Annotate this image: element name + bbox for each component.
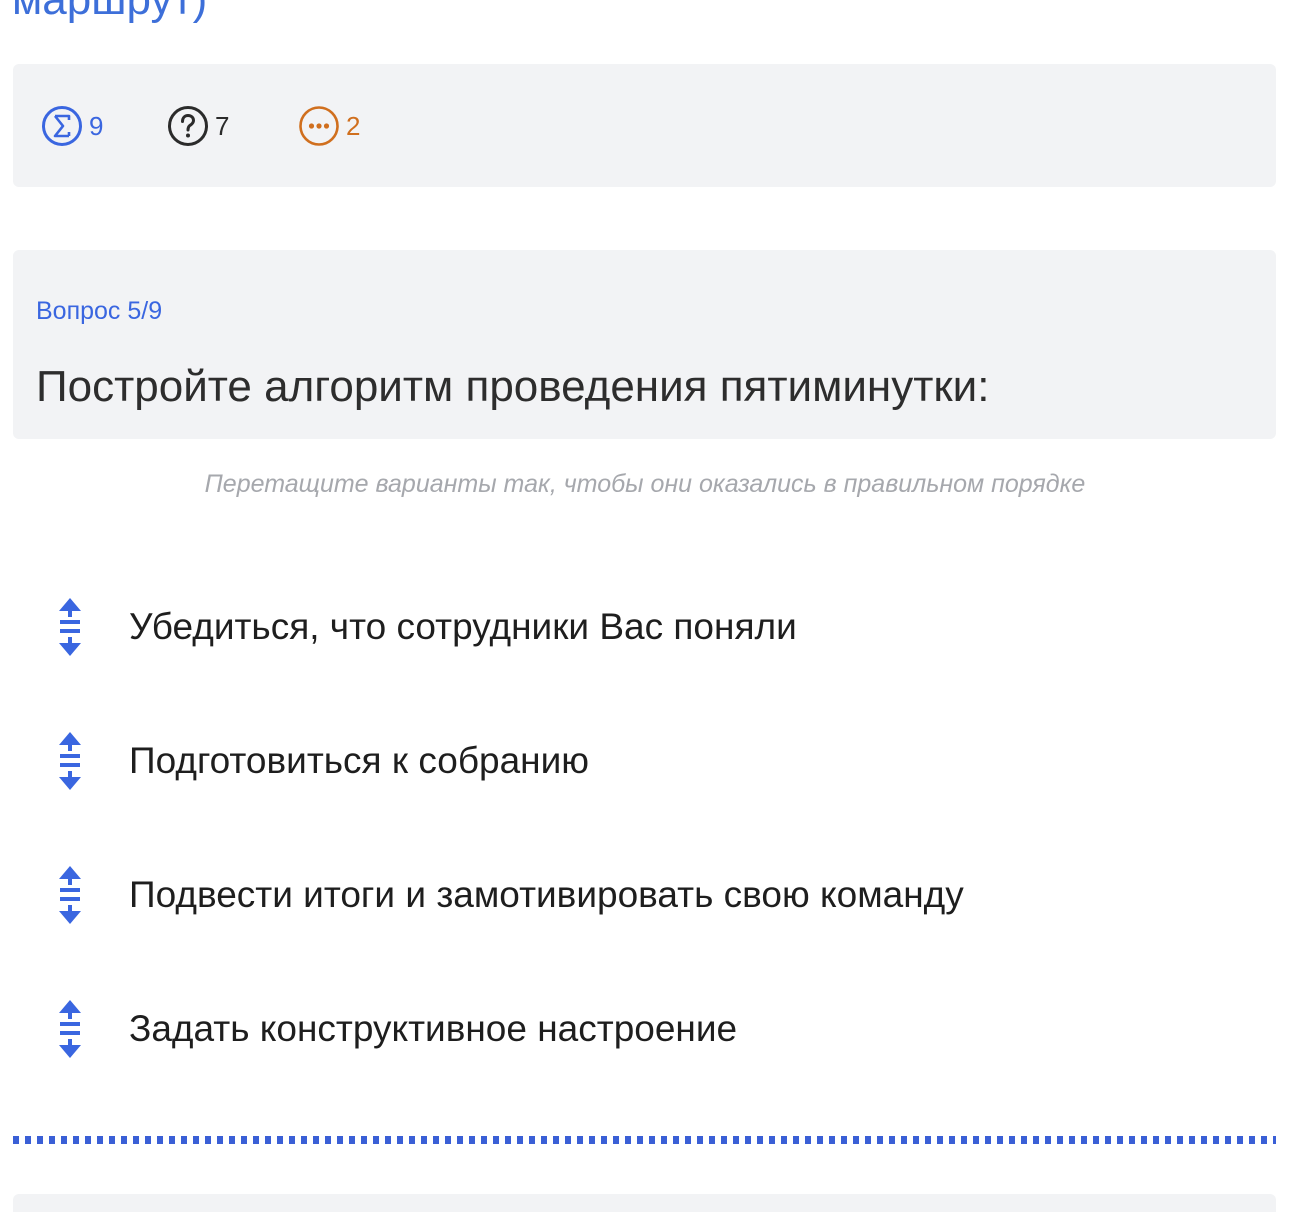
question-circle-icon (167, 105, 209, 147)
sigma-circle-icon (41, 105, 83, 147)
course-title[interactable]: маршрут) (12, 0, 207, 30)
drag-vertical-icon[interactable] (52, 999, 88, 1059)
stat-unanswered-count: 7 (215, 110, 230, 141)
quiz-page: маршрут) 9 7 (0, 0, 1290, 1212)
stat-pending-questions[interactable]: 2 (298, 105, 360, 147)
sortable-item-label: Убедиться, что сотрудники Вас поняли (129, 606, 797, 647)
sortable-item[interactable]: Задать конструктивное настроение (0, 962, 1290, 1096)
question-text: Постройте алгоритм проведения пятиминутк… (36, 362, 990, 411)
dotted-divider (13, 1136, 1276, 1144)
stat-unanswered-questions[interactable]: 7 (167, 105, 229, 147)
stat-total-questions[interactable]: 9 (41, 105, 103, 147)
ellipsis-circle-icon (298, 105, 340, 147)
question-number: Вопрос 5/9 (36, 297, 163, 325)
stats-panel: 9 7 2 (13, 64, 1276, 187)
drag-instruction: Перетащите варианты так, чтобы они оказа… (204, 470, 1086, 498)
drag-vertical-icon[interactable] (52, 731, 88, 791)
sortable-item-label: Подготовиться к собранию (129, 740, 590, 781)
sortable-item[interactable]: Подготовиться к собранию (0, 694, 1290, 828)
stat-pending-count: 2 (346, 110, 361, 141)
sortable-item[interactable]: Убедиться, что сотрудники Вас поняли (0, 560, 1290, 694)
stat-total-count: 9 (89, 110, 104, 141)
next-panel (13, 1194, 1276, 1212)
question-panel: Вопрос 5/9 Постройте алгоритм проведения… (13, 250, 1276, 439)
sortable-item[interactable]: Подвести итоги и замотивировать свою ком… (0, 828, 1290, 962)
sortable-item-label: Подвести итоги и замотивировать свою ком… (129, 874, 964, 915)
sortable-item-label: Задать конструктивное настроение (129, 1008, 738, 1049)
drag-vertical-icon[interactable] (52, 865, 88, 925)
drag-vertical-icon[interactable] (52, 597, 88, 657)
